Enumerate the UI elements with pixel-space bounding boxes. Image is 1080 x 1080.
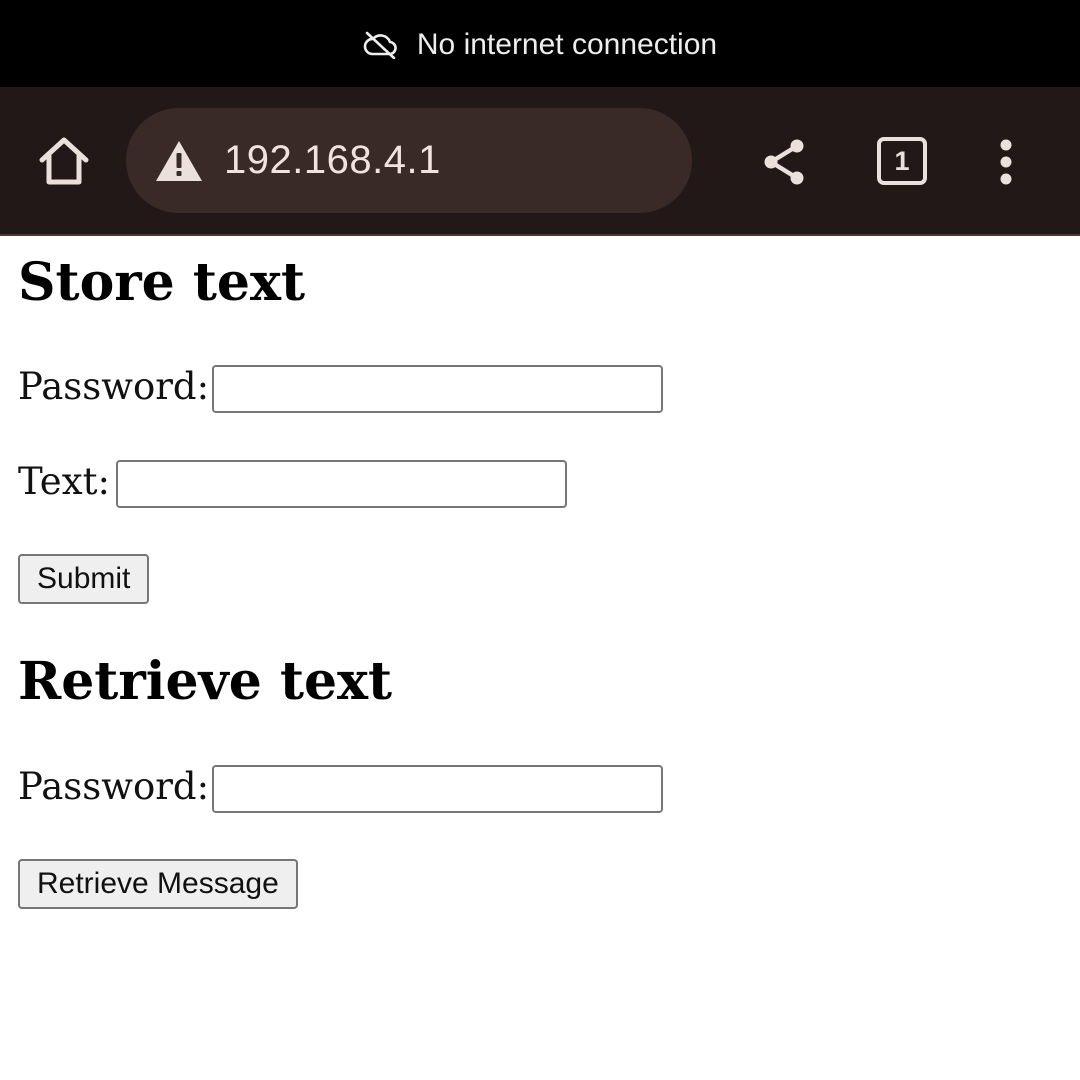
url-text[interactable]: 192.168.4.1 xyxy=(224,138,441,183)
offline-status-banner: No internet connection xyxy=(0,0,1080,87)
menu-button[interactable] xyxy=(990,137,1022,187)
cloud-off-icon xyxy=(363,31,397,59)
share-button[interactable] xyxy=(756,137,812,187)
more-vertical-icon xyxy=(1000,139,1012,185)
browser-toolbar: 192.168.4.1 1 xyxy=(0,87,1080,236)
home-icon xyxy=(39,137,89,185)
store-password-input[interactable] xyxy=(212,365,663,413)
warning-triangle-icon[interactable] xyxy=(154,139,204,183)
retrieve-password-input[interactable] xyxy=(212,765,663,813)
store-password-label: Password: xyxy=(18,365,210,408)
store-text-heading: Store text xyxy=(18,252,305,313)
retrieve-password-label: Password: xyxy=(18,765,210,808)
offline-status-text: No internet connection xyxy=(416,27,718,61)
store-text-input[interactable] xyxy=(116,460,567,508)
address-bar[interactable]: 192.168.4.1 xyxy=(126,108,692,213)
retrieve-text-heading: Retrieve text xyxy=(18,651,393,712)
store-text-label: Text: xyxy=(18,460,110,503)
retrieve-message-button[interactable]: Retrieve Message xyxy=(18,859,298,909)
tab-switcher-button[interactable]: 1 xyxy=(876,136,928,186)
tab-count-badge: 1 xyxy=(877,137,927,185)
share-icon xyxy=(764,139,804,185)
home-button[interactable] xyxy=(36,135,92,187)
submit-button[interactable]: Submit xyxy=(18,554,150,604)
